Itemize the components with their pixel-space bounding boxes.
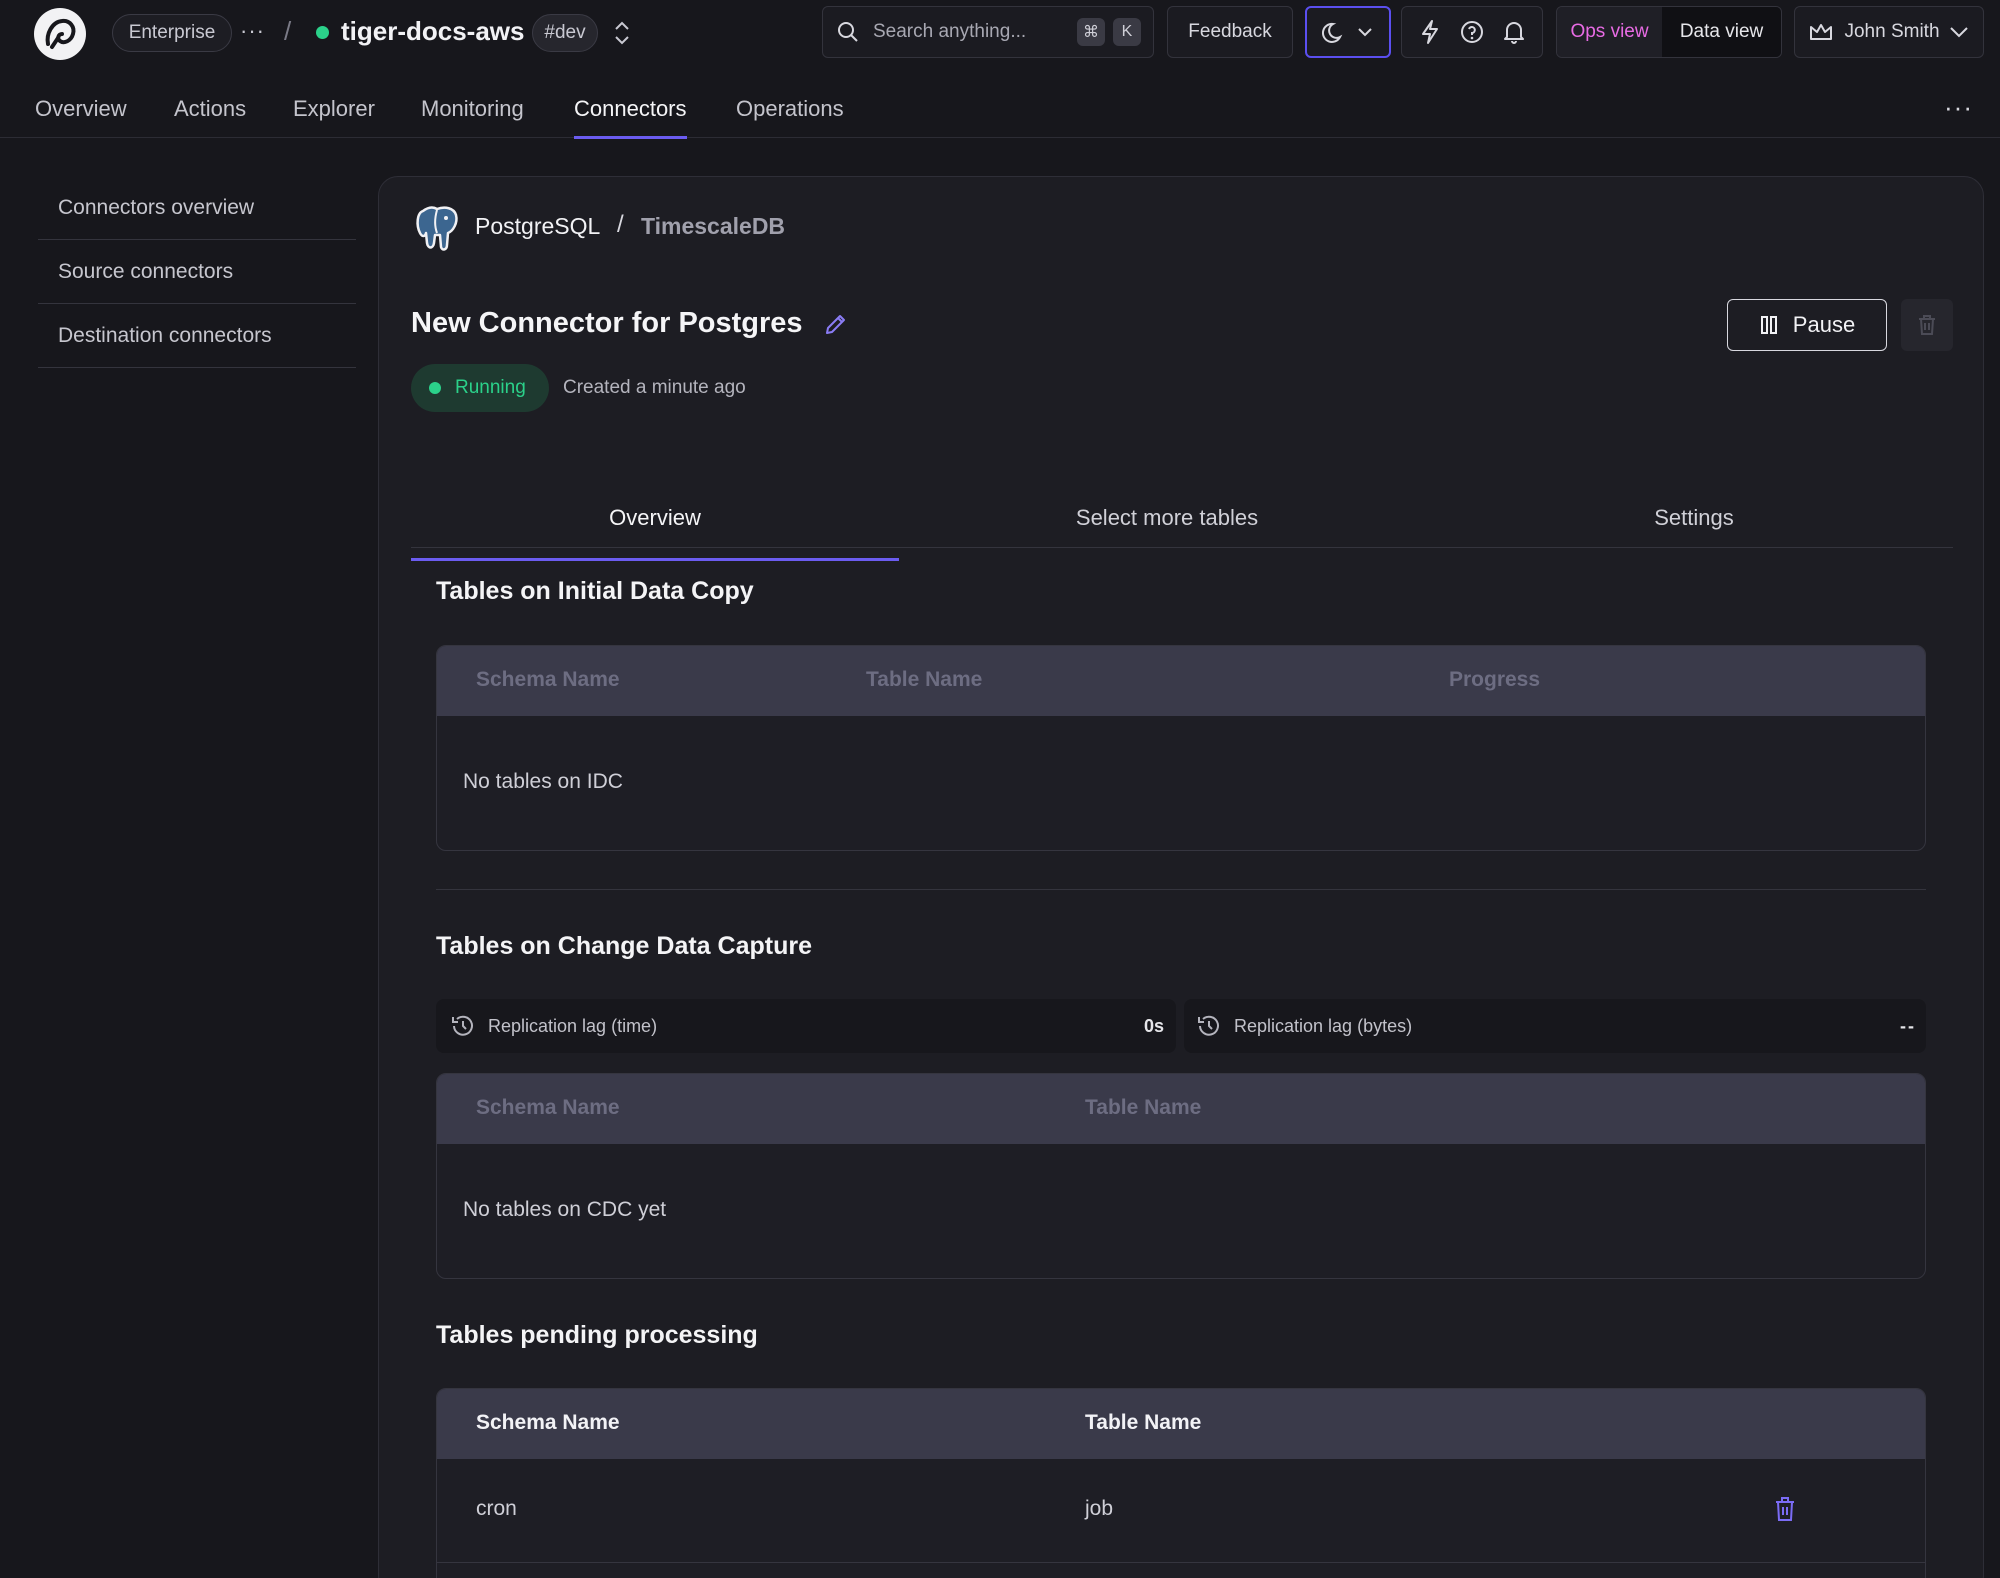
edit-pencil-icon[interactable]: [823, 311, 849, 343]
column-table-name: Table Name: [1085, 1096, 1202, 1119]
switch-service-icon[interactable]: [612, 20, 632, 52]
table-header: Schema Name Table Name Progress: [437, 646, 1925, 716]
bell-icon[interactable]: [1502, 19, 1526, 45]
nav-overview[interactable]: Overview: [35, 96, 127, 136]
column-schema-name: Schema Name: [476, 668, 620, 691]
lag-time-value: 0s: [1143, 1015, 1164, 1036]
column-progress: Progress: [1449, 668, 1541, 691]
history-icon: [452, 1015, 473, 1036]
trash-icon[interactable]: [1773, 1495, 1797, 1529]
connector-panel: PostgreSQL / TimescaleDB New Connector f…: [378, 176, 1984, 1578]
idc-table: Schema Name Table Name Progress No table…: [436, 645, 1926, 851]
row-table: job: [1085, 1497, 1114, 1520]
nav-connectors[interactable]: Connectors: [574, 96, 687, 139]
nav-explorer[interactable]: Explorer: [293, 96, 375, 136]
feedback-button[interactable]: Feedback: [1167, 6, 1293, 58]
tiger-logo-icon[interactable]: [34, 8, 86, 60]
empty-state-text: No tables on IDC: [463, 770, 623, 793]
history-icon: [1198, 1015, 1219, 1036]
column-schema-name: Schema Name: [476, 1411, 620, 1434]
lag-bytes-value: --: [1900, 1015, 1916, 1036]
table-row: cron job: [437, 1459, 1925, 1563]
empty-state-text: No tables on CDC yet: [463, 1198, 667, 1221]
tab-select-more-tables[interactable]: Select more tables: [899, 505, 1435, 561]
sidebar-item-connectors-overview[interactable]: Connectors overview: [38, 176, 356, 240]
pause-button[interactable]: Pause: [1727, 299, 1887, 351]
shortcut-cmd-key: ⌘: [1077, 18, 1105, 46]
search-bar[interactable]: Search anything... ⌘ K: [822, 6, 1154, 58]
sidebar-item-source-connectors[interactable]: Source connectors: [38, 240, 356, 304]
created-time: Created a minute ago: [563, 377, 746, 398]
cdc-table: Schema Name Table Name No tables on CDC …: [436, 1073, 1926, 1279]
section-divider: [436, 889, 1926, 890]
quick-actions-group: [1401, 6, 1543, 58]
main-nav: Overview Actions Explorer Monitoring Con…: [0, 84, 2000, 139]
replication-lag-time: Replication lag (time) 0s: [436, 999, 1176, 1053]
user-menu[interactable]: John Smith: [1794, 6, 1984, 58]
table-header: Schema Name Table Name: [437, 1389, 1925, 1459]
moon-icon: [1322, 22, 1343, 43]
pending-table: Schema Name Table Name cron job: [436, 1388, 1926, 1578]
data-view-button[interactable]: Data view: [1662, 7, 1781, 57]
empty-state: No tables on IDC: [437, 716, 1925, 850]
idc-section-title: Tables on Initial Data Copy: [436, 577, 754, 605]
status-text: Running: [455, 377, 526, 398]
lag-time-label: Replication lag (time): [488, 1015, 658, 1036]
pause-icon: [1760, 316, 1777, 334]
status-badge: Running: [411, 364, 549, 412]
top-bar: Enterprise ··· / tiger-docs-aws #dev Sea…: [0, 0, 2000, 66]
search-icon: [838, 22, 858, 42]
shortcut-k-key: K: [1113, 18, 1141, 46]
source-name: PostgreSQL: [475, 213, 601, 239]
theme-toggle-button[interactable]: [1305, 6, 1391, 58]
user-name: John Smith: [1844, 21, 1940, 42]
column-table-name: Table Name: [1085, 1411, 1202, 1434]
cdc-section-title: Tables on Change Data Capture: [436, 932, 812, 960]
help-icon[interactable]: [1459, 19, 1485, 45]
empty-state: No tables on CDC yet: [437, 1144, 1925, 1278]
replication-lag-bytes: Replication lag (bytes) --: [1184, 999, 1926, 1053]
breadcrumb-separator: /: [617, 211, 624, 238]
delete-connector-button[interactable]: [1901, 299, 1953, 351]
chevron-down-icon: [1358, 28, 1372, 37]
crown-icon: [1810, 24, 1833, 40]
ops-view-button[interactable]: Ops view: [1557, 7, 1663, 57]
breadcrumb-separator: /: [284, 16, 292, 46]
column-table-name: Table Name: [866, 668, 983, 691]
view-switch: Ops view Data view: [1556, 6, 1782, 58]
pending-section-title: Tables pending processing: [436, 1321, 758, 1349]
tab-overview[interactable]: Overview: [411, 505, 899, 561]
trash-icon: [1919, 315, 1935, 335]
connector-title: New Connector for Postgres: [411, 307, 803, 339]
tab-settings[interactable]: Settings: [1435, 505, 1953, 561]
status-dot-icon: [429, 382, 441, 394]
sidebar-item-destination-connectors[interactable]: Destination connectors: [38, 304, 356, 368]
more-projects-icon[interactable]: ···: [240, 18, 265, 44]
search-input[interactable]: Search anything...: [873, 21, 1069, 43]
env-tag: #dev: [532, 14, 598, 52]
lightning-icon[interactable]: [1418, 19, 1442, 45]
row-schema: cron: [476, 1497, 517, 1520]
destination-name: TimescaleDB: [641, 213, 786, 239]
plan-badge[interactable]: Enterprise: [112, 14, 232, 52]
table-header: Schema Name Table Name: [437, 1074, 1925, 1144]
nav-monitoring[interactable]: Monitoring: [421, 96, 524, 136]
nav-operations[interactable]: Operations: [736, 96, 844, 136]
column-schema-name: Schema Name: [476, 1096, 620, 1119]
service-status-dot-icon: [316, 26, 329, 39]
nav-actions[interactable]: Actions: [174, 96, 246, 136]
service-name[interactable]: tiger-docs-aws: [341, 16, 525, 47]
lag-bytes-label: Replication lag (bytes): [1234, 1015, 1413, 1036]
nav-more-icon[interactable]: ···: [1944, 92, 1973, 123]
chevron-down-icon: [1949, 27, 1968, 38]
postgresql-elephant-icon: [413, 203, 461, 259]
